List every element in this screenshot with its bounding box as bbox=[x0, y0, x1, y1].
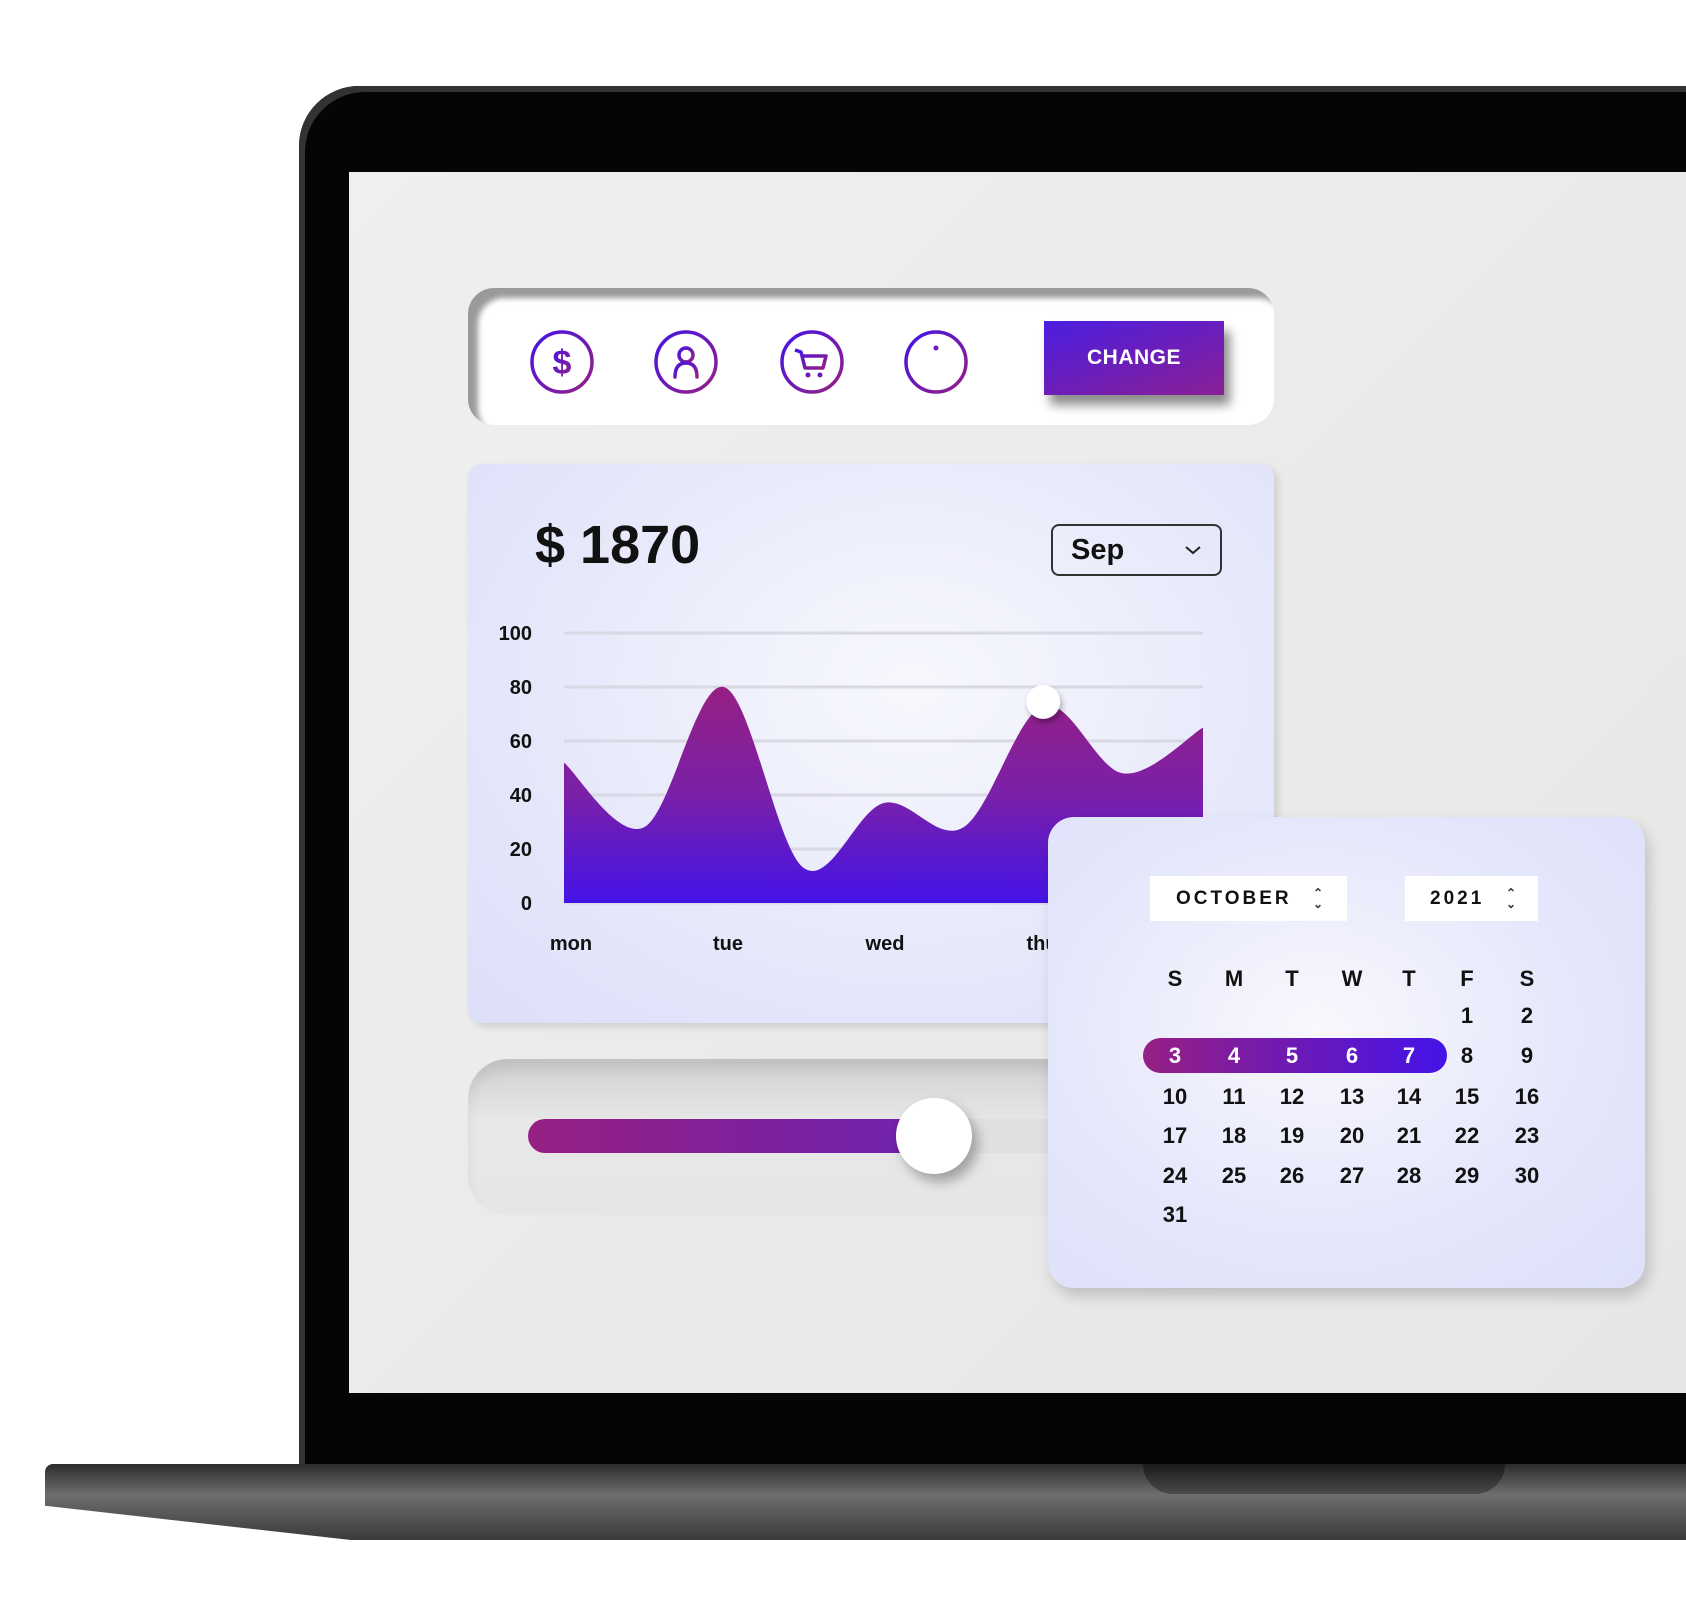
y-tick-label: 100 bbox=[499, 623, 532, 645]
calendar-day[interactable]: 16 bbox=[1502, 1084, 1552, 1110]
slider-thumb[interactable] bbox=[896, 1098, 972, 1174]
year-value: 2021 bbox=[1430, 887, 1485, 909]
calendar-day[interactable]: 7 bbox=[1384, 1043, 1434, 1069]
weekday-header: T bbox=[1285, 966, 1299, 991]
calendar-day[interactable]: 22 bbox=[1442, 1123, 1492, 1149]
calendar-day[interactable]: 4 bbox=[1209, 1043, 1259, 1069]
calendar: OCTOBER ⌃ ⌄ 2021 ⌃ ⌄ S M T W T F S 1 2 3 4 5 6 7 8 9 10 11 1… bbox=[1048, 817, 1645, 1288]
calendar-day[interactable]: 9 bbox=[1502, 1043, 1552, 1069]
calendar-day[interactable]: 11 bbox=[1209, 1084, 1259, 1110]
y-tick-label: 20 bbox=[510, 839, 532, 861]
calendar-day[interactable]: 17 bbox=[1150, 1123, 1200, 1149]
calendar-day[interactable]: 1 bbox=[1442, 1003, 1492, 1029]
calendar-day[interactable]: 26 bbox=[1267, 1163, 1317, 1189]
calendar-day[interactable]: 28 bbox=[1384, 1163, 1434, 1189]
slider-fill bbox=[528, 1119, 934, 1153]
highlight-point[interactable] bbox=[1026, 684, 1061, 719]
calendar-day[interactable]: 10 bbox=[1150, 1084, 1200, 1110]
weekday-header: S bbox=[1167, 966, 1183, 991]
calendar-day[interactable]: 2 bbox=[1502, 1003, 1552, 1029]
month-value: OCTOBER bbox=[1176, 887, 1292, 909]
year-select[interactable]: 2021 ⌃ ⌄ bbox=[1405, 876, 1538, 921]
calendar-day[interactable]: 29 bbox=[1442, 1163, 1492, 1189]
y-tick-label: 40 bbox=[510, 785, 532, 807]
calendar-day[interactable]: 20 bbox=[1327, 1123, 1377, 1149]
calendar-day[interactable]: 5 bbox=[1267, 1043, 1317, 1069]
calendar-day[interactable]: 24 bbox=[1150, 1163, 1200, 1189]
calendar-day[interactable]: 8 bbox=[1442, 1043, 1492, 1069]
calendar-day[interactable]: 27 bbox=[1327, 1163, 1377, 1189]
month-spinner-icon[interactable]: ⌃ ⌄ bbox=[1313, 887, 1323, 910]
weekday-header: M bbox=[1224, 966, 1244, 991]
calendar-day[interactable]: 3 bbox=[1150, 1043, 1200, 1069]
calendar-day[interactable]: 14 bbox=[1384, 1084, 1434, 1110]
calendar-day[interactable]: 25 bbox=[1209, 1163, 1259, 1189]
calendar-day[interactable]: 21 bbox=[1384, 1123, 1434, 1149]
calendar-day[interactable]: 19 bbox=[1267, 1123, 1317, 1149]
calendar-day[interactable]: 15 bbox=[1442, 1084, 1492, 1110]
calendar-day[interactable]: 12 bbox=[1267, 1084, 1317, 1110]
month-select[interactable]: OCTOBER ⌃ ⌄ bbox=[1150, 876, 1347, 921]
calendar-day[interactable]: 13 bbox=[1327, 1084, 1377, 1110]
weekday-header: F bbox=[1460, 966, 1474, 991]
weekday-header: T bbox=[1402, 966, 1416, 991]
y-tick-label: 0 bbox=[521, 893, 532, 915]
calendar-day[interactable]: 6 bbox=[1327, 1043, 1377, 1069]
calendar-day[interactable]: 18 bbox=[1209, 1123, 1259, 1149]
calendar-day[interactable]: 31 bbox=[1150, 1202, 1200, 1228]
y-tick-label: 80 bbox=[510, 677, 532, 699]
x-tick-label: mon bbox=[550, 933, 592, 955]
weekday-header: W bbox=[1341, 966, 1363, 991]
x-tick-label: wed bbox=[865, 933, 905, 955]
year-spinner-icon[interactable]: ⌃ ⌄ bbox=[1506, 887, 1516, 910]
calendar-day[interactable]: 30 bbox=[1502, 1163, 1552, 1189]
area-chart: 100806040200mon tue wed thu bbox=[499, 623, 1203, 955]
weekday-header: S bbox=[1519, 966, 1535, 991]
calendar-day[interactable]: 23 bbox=[1502, 1123, 1552, 1149]
x-tick-label: tue bbox=[713, 933, 743, 955]
y-tick-label: 60 bbox=[510, 731, 532, 753]
